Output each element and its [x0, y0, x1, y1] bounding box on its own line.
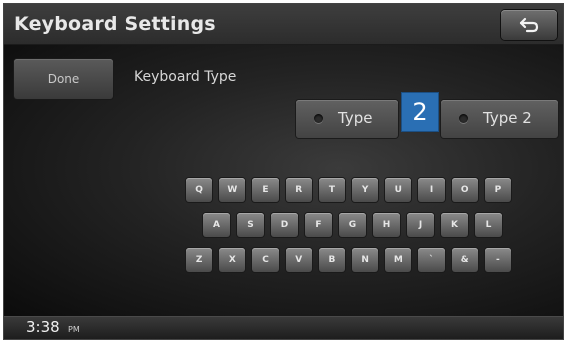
key[interactable]: H	[373, 213, 400, 237]
back-arrow-icon	[519, 17, 539, 33]
key[interactable]: R	[285, 178, 312, 202]
type-option-label: Type 2	[483, 109, 532, 127]
key[interactable]: Q	[186, 178, 213, 202]
key[interactable]: T	[318, 178, 346, 202]
key[interactable]: J	[407, 213, 434, 237]
keyboard-row-1: Q W E R T Y U I O P	[186, 178, 518, 202]
keyboard-type-2-option[interactable]: Type 2	[441, 100, 558, 138]
page-title: Keyboard Settings	[14, 13, 216, 35]
key[interactable]: G	[339, 213, 366, 237]
key[interactable]: X	[219, 248, 246, 272]
keyboard-row-2: A S D F G H J K L	[186, 213, 518, 237]
key[interactable]: F	[305, 213, 332, 237]
callout-badge: 2	[401, 92, 439, 132]
status-bar: 3:38 PM	[4, 316, 563, 339]
settings-content: Done Keyboard Type Type 2 Type 2 Q W E R…	[4, 45, 563, 319]
header-bar: Keyboard Settings	[4, 4, 563, 45]
key[interactable]: C	[252, 248, 279, 272]
keyboard-type-row: Done Keyboard Type	[14, 59, 563, 99]
screen-frame: Keyboard Settings Done Keyboard Type Typ…	[3, 3, 564, 340]
clock-ampm: PM	[68, 325, 80, 334]
key[interactable]: M	[385, 248, 412, 272]
key[interactable]: &	[451, 248, 478, 272]
key[interactable]: I	[418, 178, 445, 202]
keyboard-preview: Q W E R T Y U I O P A S D F G H J K L Z …	[186, 178, 518, 283]
key[interactable]: E	[252, 178, 279, 202]
key[interactable]: U	[385, 178, 412, 202]
back-button[interactable]	[501, 10, 557, 40]
keyboard-row-3: Z X C V B N M ` & -	[186, 248, 518, 272]
key[interactable]: B	[318, 248, 346, 272]
key[interactable]: W	[219, 178, 246, 202]
keyboard-type-label: Keyboard Type	[134, 69, 237, 85]
type-option-label: Type	[338, 109, 373, 127]
radio-button-icon	[459, 114, 468, 123]
key[interactable]: `	[418, 248, 445, 272]
key[interactable]: S	[237, 213, 264, 237]
key[interactable]: P	[484, 178, 512, 202]
key[interactable]: O	[451, 178, 478, 202]
key[interactable]: N	[352, 248, 379, 272]
key[interactable]: D	[271, 213, 298, 237]
key[interactable]: L	[475, 213, 502, 237]
key[interactable]: A	[203, 213, 230, 237]
radio-button-icon	[314, 114, 323, 123]
key[interactable]: Z	[186, 248, 213, 272]
key[interactable]: V	[285, 248, 312, 272]
key[interactable]: -	[484, 248, 512, 272]
clock-time: 3:38	[26, 318, 60, 336]
key[interactable]: Y	[352, 178, 379, 202]
key[interactable]: K	[441, 213, 468, 237]
keyboard-type-1-option[interactable]: Type	[296, 100, 398, 138]
done-button[interactable]: Done	[14, 59, 113, 99]
